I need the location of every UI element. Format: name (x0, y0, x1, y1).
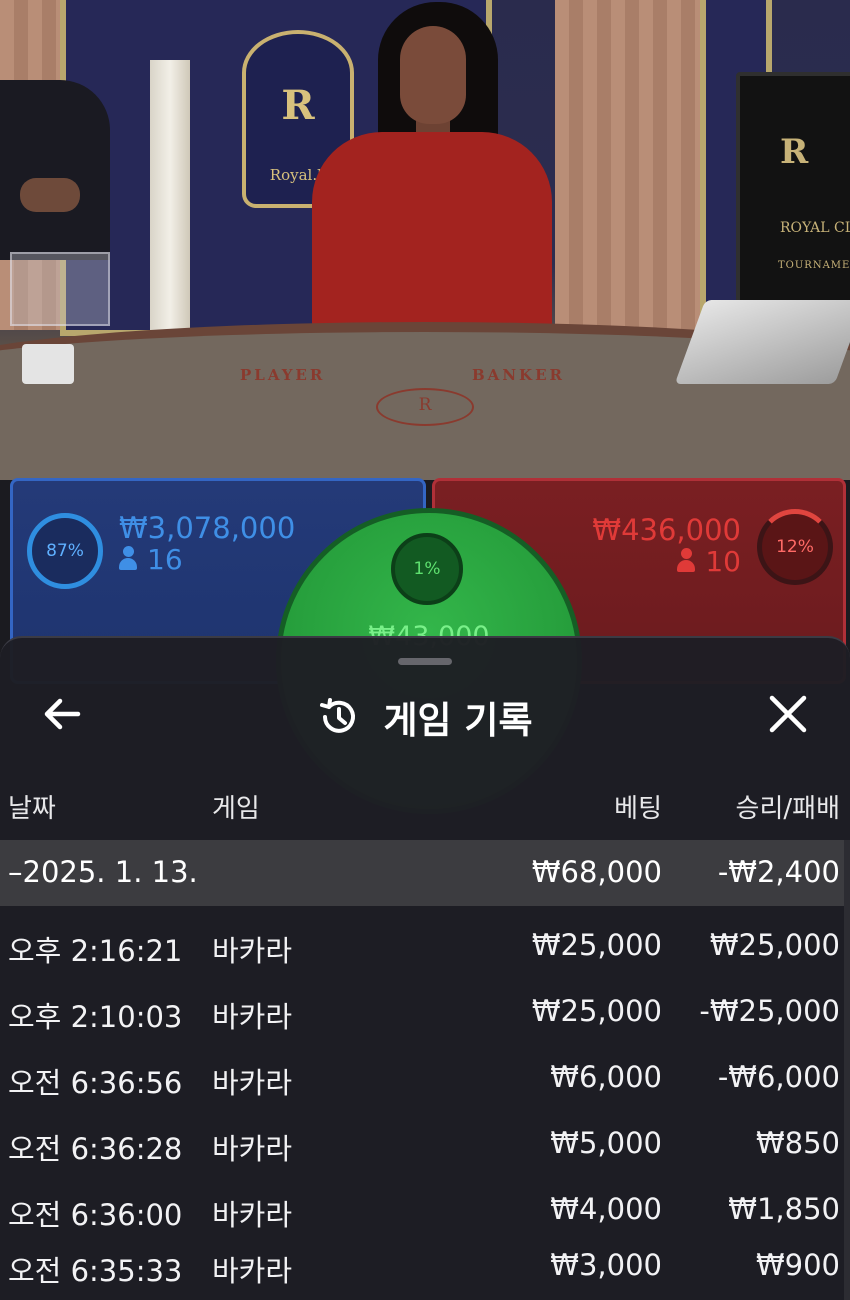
chip-tray (10, 252, 110, 326)
person-icon (119, 546, 137, 570)
player-bet-total: ₩3,078,000 (119, 511, 296, 545)
table-player-label: PLAYER (240, 366, 326, 384)
card-shoe (674, 300, 850, 384)
row-time: 오후 2:16:21 (8, 934, 183, 968)
player-bettor-count: 16 (119, 543, 183, 576)
row-win-loss: ₩900 (755, 1248, 840, 1282)
croupier-hand (20, 178, 80, 212)
row-time: 오후 2:10:03 (8, 1000, 183, 1034)
banker-count-value: 10 (705, 545, 741, 578)
banker-bettor-count: 10 (677, 545, 741, 578)
column-win-loss: 승리/패배 (735, 794, 840, 824)
row-game: 바카라 (212, 934, 293, 968)
drag-handle[interactable] (398, 658, 452, 665)
live-dealer-video: R Royal.k R ROYAL CLU TOURNAMENT PLAYER … (0, 0, 850, 480)
row-time: 오전 6:36:00 (8, 1198, 183, 1232)
row-bet: ₩25,000 (531, 928, 662, 962)
monitor-title: ROYAL CLU (780, 220, 850, 236)
monitor-subtitle: TOURNAMENT (778, 260, 850, 271)
row-win-loss: ₩25,000 (709, 928, 840, 962)
row-bet: ₩4,000 (550, 1192, 662, 1226)
date-group-bet: ₩68,000 (531, 855, 662, 889)
tie-percent-ring: 1% (391, 533, 463, 605)
table-banker-label: BANKER (472, 366, 565, 384)
row-time: 오전 6:36:56 (8, 1066, 183, 1100)
curtain-right (555, 0, 705, 330)
column-bet: 베팅 (614, 794, 662, 824)
table-row[interactable]: 오후 2:10:03 바카라 ₩25,000 -₩25,000 (0, 980, 850, 1046)
table-row[interactable]: 오전 6:36:56 바카라 ₩6,000 -₩6,000 (0, 1046, 850, 1112)
table-row[interactable]: 오후 2:16:21 바카라 ₩25,000 ₩25,000 (0, 914, 850, 980)
table-row[interactable]: 오전 6:35:33 바카라 ₩3,000 ₩900 (0, 1234, 850, 1300)
table-row[interactable]: 오전 6:36:28 바카라 ₩5,000 ₩850 (0, 1112, 850, 1178)
banker-percent-ring: 12% (757, 509, 833, 585)
column-game: 게임 (212, 794, 260, 824)
date-group-row[interactable]: –2025. 1. 13. ₩68,000 -₩2,400 (0, 840, 850, 906)
page-title: 게임 기록 (383, 699, 533, 742)
row-win-loss: -₩25,000 (699, 994, 840, 1028)
banker-bet-total: ₩436,000 (592, 513, 741, 547)
row-time: 오전 6:36:28 (8, 1132, 183, 1166)
table-header: 날짜 게임 베팅 승리/패배 (0, 788, 850, 832)
pillar (150, 60, 190, 330)
monitor-letter: R (780, 132, 809, 172)
player-percent-ring: 87% (27, 513, 103, 589)
player-count-value: 16 (147, 543, 183, 576)
column-date: 날짜 (8, 794, 56, 824)
row-game: 바카라 (212, 1198, 293, 1232)
date-group-label: –2025. 1. 13. (8, 855, 198, 889)
dealer-face (400, 26, 466, 124)
row-win-loss: -₩6,000 (717, 1060, 840, 1094)
row-bet: ₩5,000 (550, 1126, 662, 1160)
row-game: 바카라 (212, 1132, 293, 1166)
row-bet: ₩3,000 (550, 1248, 662, 1282)
row-game: 바카라 (212, 1000, 293, 1034)
close-icon (769, 695, 807, 733)
history-clock-icon (320, 698, 356, 733)
row-game: 바카라 (212, 1254, 293, 1288)
table-logo-letter: R (418, 395, 432, 415)
row-time: 오전 6:35:33 (8, 1254, 183, 1288)
person-icon (677, 548, 696, 572)
date-group-win-loss: -₩2,400 (717, 855, 840, 889)
croupier-assistant (0, 80, 110, 260)
row-game: 바카라 (212, 1066, 293, 1100)
row-bet: ₩6,000 (550, 1060, 662, 1094)
crest-letter: R (281, 82, 315, 129)
card-stack (22, 344, 74, 384)
row-bet: ₩25,000 (531, 994, 662, 1028)
scrollbar[interactable] (844, 840, 850, 1300)
table-logo: R (376, 388, 474, 426)
game-history-sheet: 게임 기록 날짜 게임 베팅 승리/패배 –2025. 1. 13. ₩68,0… (0, 636, 850, 1300)
row-win-loss: ₩850 (755, 1126, 840, 1160)
close-button[interactable] (760, 686, 816, 742)
tournament-monitor: R ROYAL CLU TOURNAMENT (736, 72, 850, 320)
dealer-body (312, 132, 552, 352)
sheet-header: 게임 기록 (0, 690, 850, 744)
row-win-loss: ₩1,850 (728, 1192, 840, 1226)
